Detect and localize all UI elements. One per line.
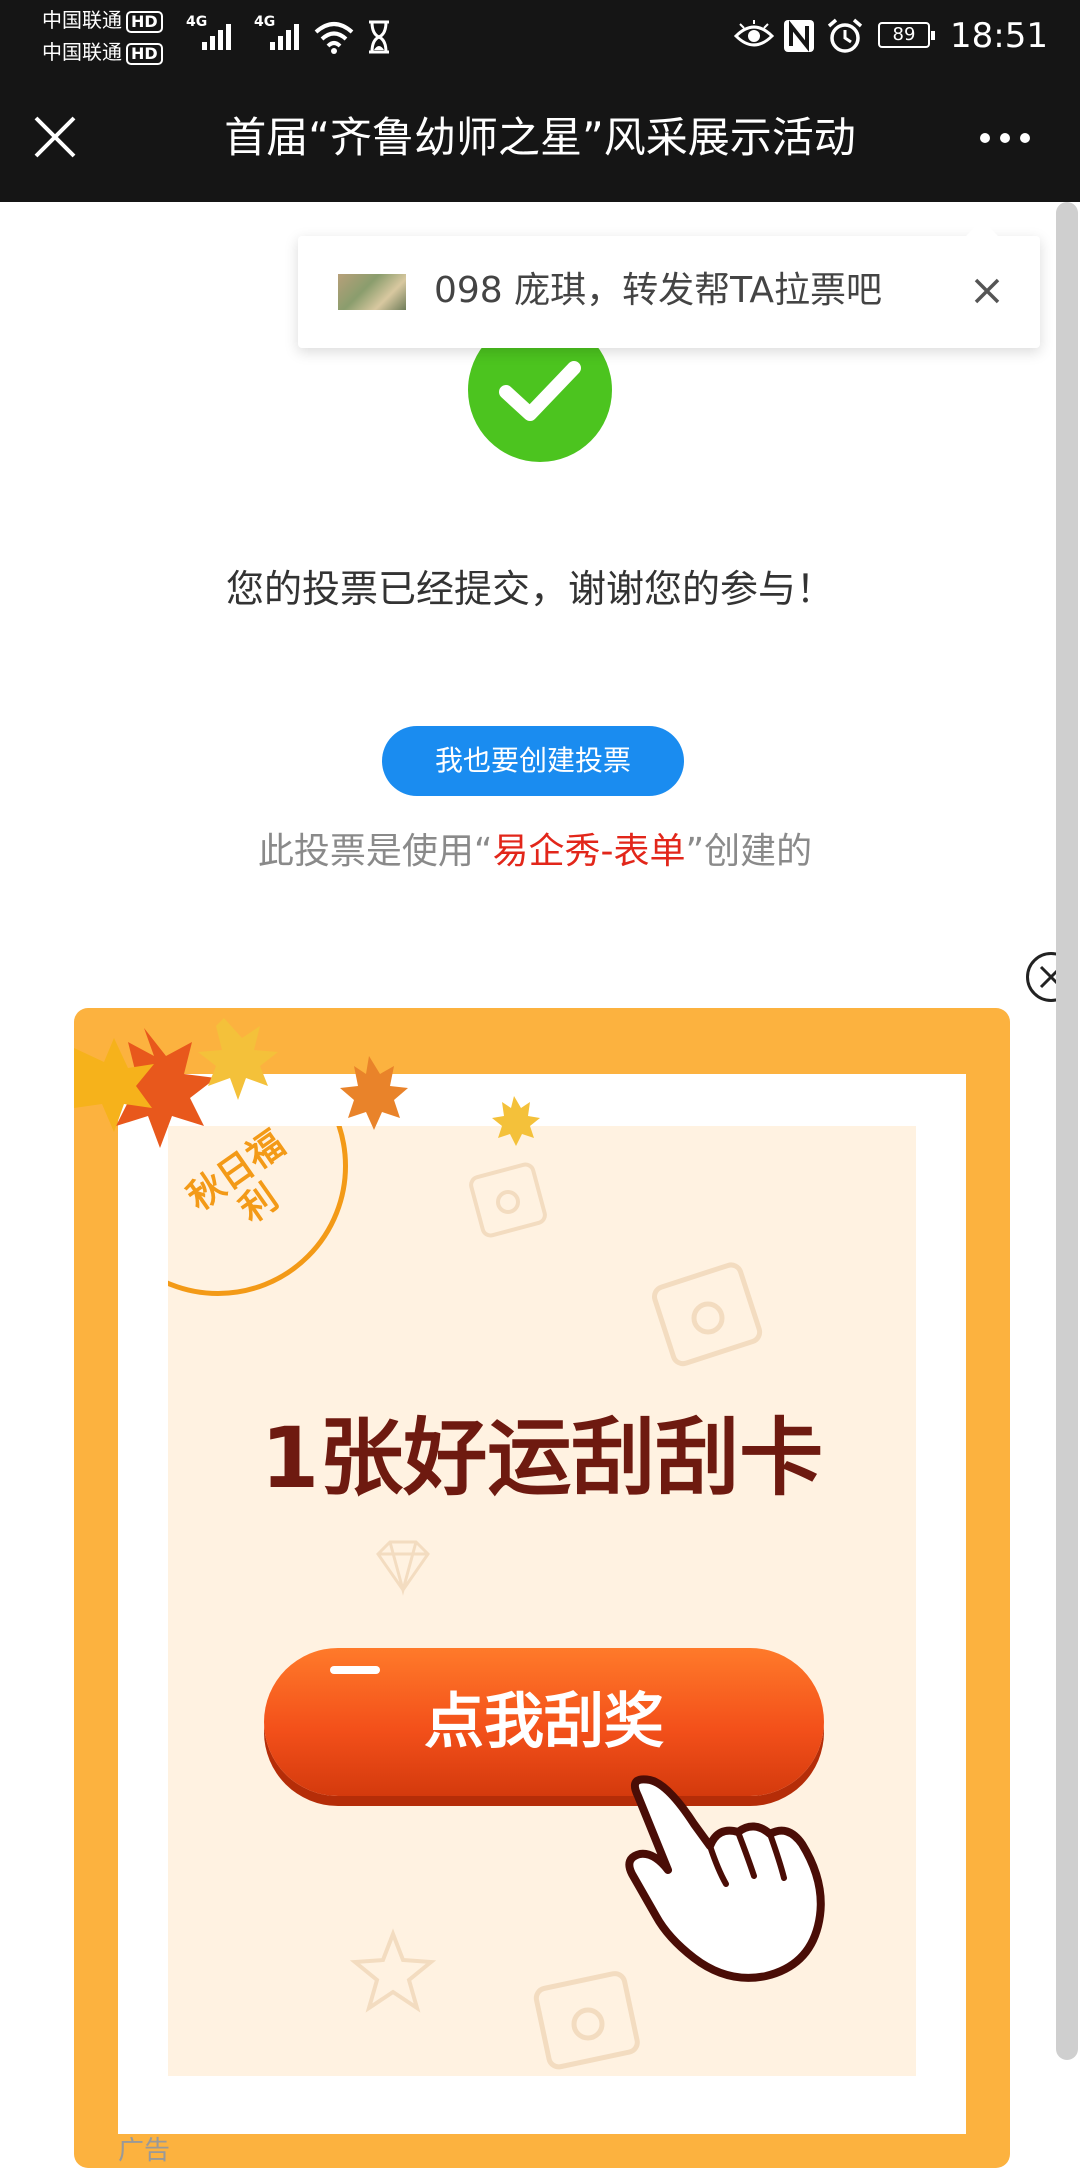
powered-by-text: 此投票是使用“易企秀-表单”创建的 xyxy=(0,828,1070,876)
close-icon[interactable] xyxy=(30,112,80,162)
star-pattern-icon xyxy=(349,1928,437,2013)
page-title: 首届“齐鲁幼师之星”风采展示活动 xyxy=(224,113,856,162)
ad-headline: 1张好运刮刮卡 xyxy=(260,1409,824,1507)
maple-leaf-icon xyxy=(74,1018,278,1148)
carrier-2: 中国联通 HD xyxy=(42,40,163,65)
carrier-2-label: 中国联通 xyxy=(42,40,122,64)
scrollbar[interactable] xyxy=(1056,202,1078,2060)
more-options-icon[interactable] xyxy=(970,117,1040,157)
candidate-thumbnail xyxy=(338,274,406,310)
share-toast: 098 庞琪，转发帮TA拉票吧 xyxy=(298,220,1040,348)
ad-label: 广告 xyxy=(118,2136,171,2166)
battery-icon: 89 xyxy=(878,22,935,48)
envelope-pattern-icon-2 xyxy=(651,1262,763,1367)
ad-banner[interactable]: 秋日福利 1张好运刮刮卡 点我刮奖 广告 xyxy=(74,1008,1010,2168)
clock: 18:51 xyxy=(950,16,1048,56)
carrier-1: 中国联通 HD xyxy=(42,8,163,33)
status-bar: 中国联通 HD 中国联通 HD 4G 4G 89 18:51 xyxy=(0,0,1080,72)
header-bar: 首届“齐鲁幼师之星”风采展示活动 xyxy=(0,72,1080,202)
wifi-icon xyxy=(314,22,354,54)
toast-close-icon[interactable] xyxy=(970,274,1004,308)
hd-badge-2: HD xyxy=(126,42,163,65)
maple-leaf-icon-2 xyxy=(340,1056,408,1130)
ad-pattern-panel: 秋日福利 1张好运刮刮卡 点我刮奖 xyxy=(168,1126,916,2076)
alarm-icon xyxy=(827,18,863,53)
pointing-hand-icon xyxy=(625,1775,825,1982)
scratch-prize-label: 点我刮奖 xyxy=(424,1687,664,1757)
carrier-1-label: 中国联通 xyxy=(42,8,122,32)
create-vote-button[interactable]: 我也要创建投票 xyxy=(382,726,684,796)
brand-link[interactable]: 易企秀-表单 xyxy=(493,831,686,872)
diamond-pattern-icon xyxy=(376,1540,430,1596)
nfc-icon xyxy=(784,20,814,52)
envelope-pattern-icon xyxy=(469,1162,547,1238)
eye-icon xyxy=(734,20,774,47)
powered-prefix: 此投票是使用“ xyxy=(257,831,493,872)
vote-submitted-message: 您的投票已经提交，谢谢您的参与！ xyxy=(225,567,834,611)
button-shine xyxy=(330,1666,380,1674)
hourglass-icon xyxy=(369,20,389,54)
share-toast-text: 098 庞琪，转发帮TA拉票吧 xyxy=(434,270,882,311)
powered-suffix: ”创建的 xyxy=(685,831,813,872)
maple-leaf-icon-3 xyxy=(492,1096,540,1146)
hd-badge-1: HD xyxy=(126,10,163,33)
